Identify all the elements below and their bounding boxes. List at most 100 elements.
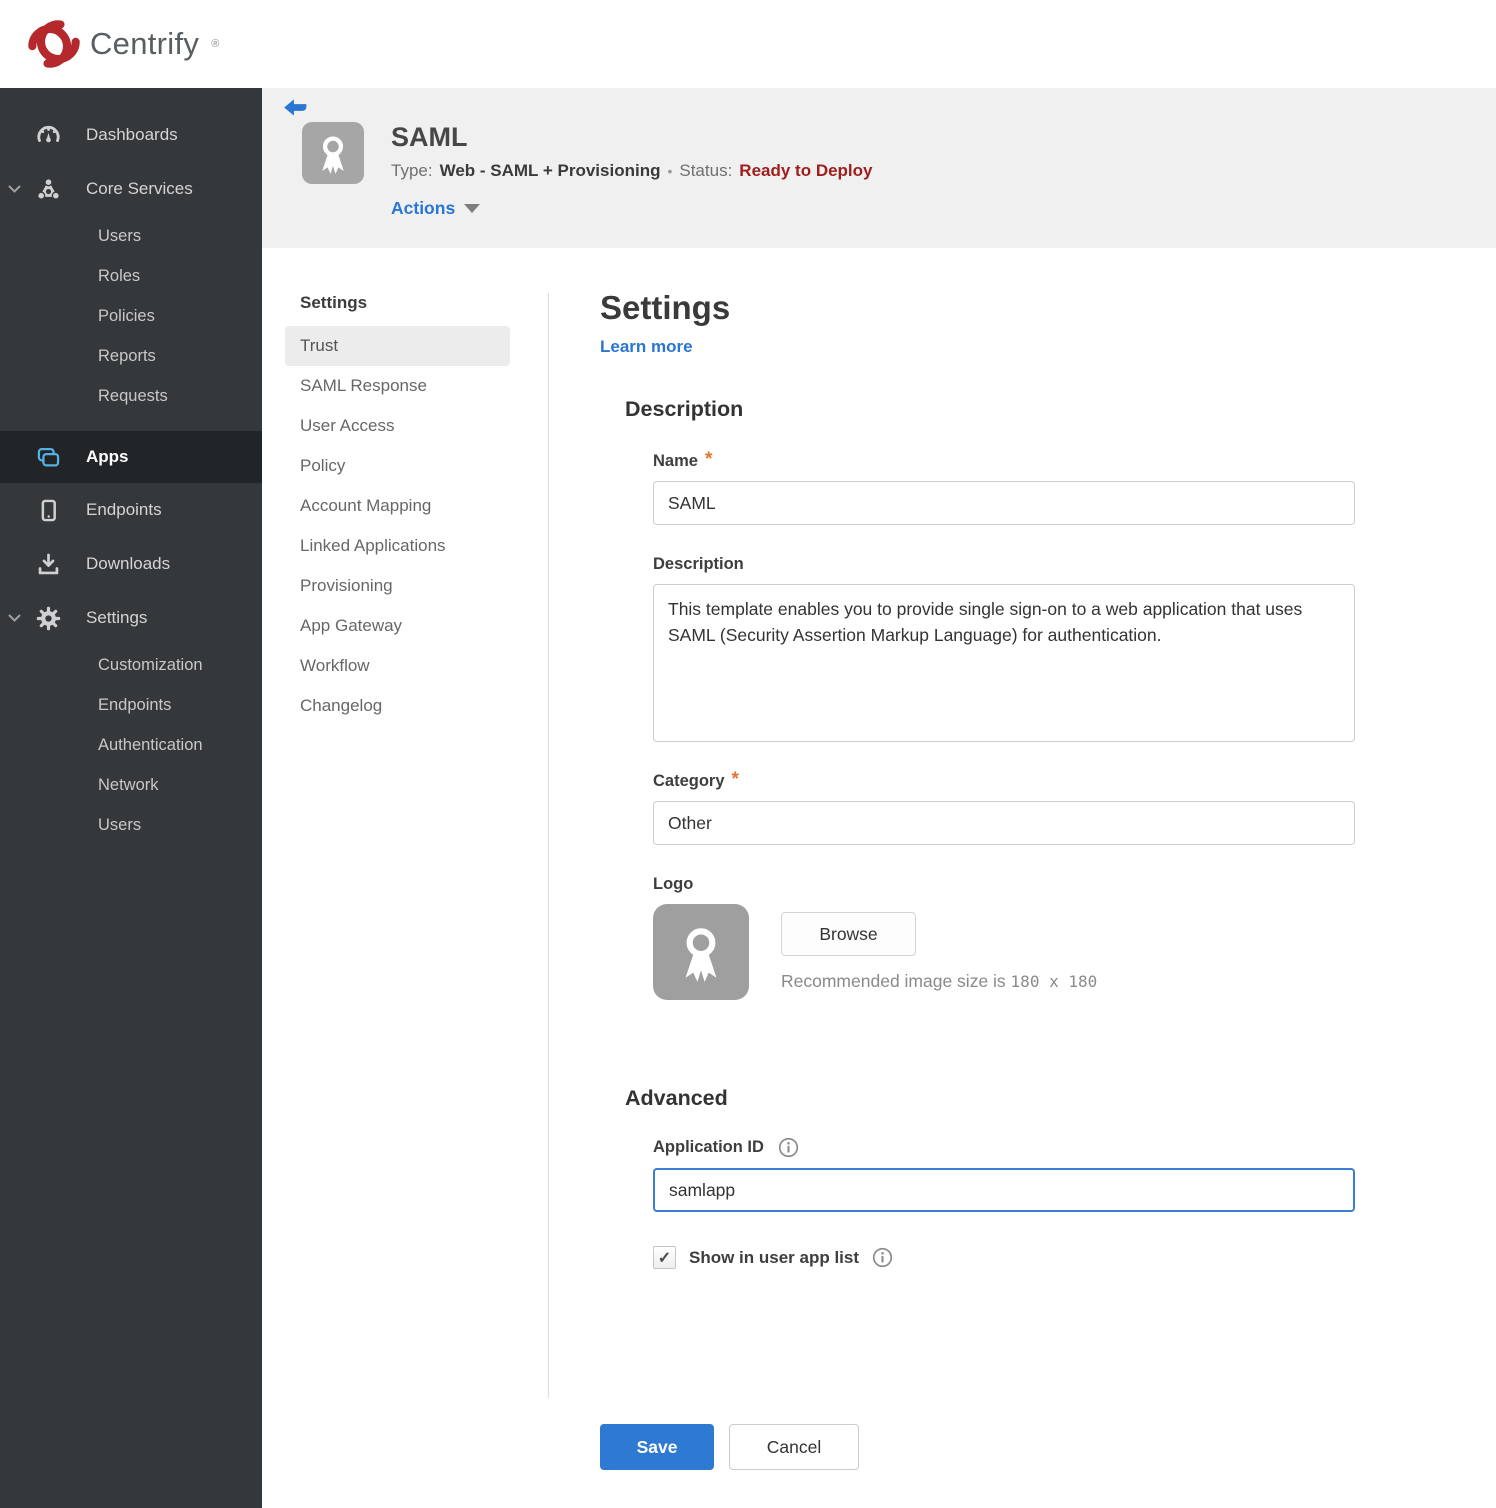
sidebar-item-settings[interactable]: Settings: [0, 591, 262, 645]
back-button[interactable]: [282, 97, 308, 119]
status-label: Status:: [679, 161, 733, 180]
sidebar: Dashboards Core Services Users Roles Pol…: [0, 88, 262, 1508]
sidebar-item-label: Core Services: [86, 179, 193, 198]
category-input[interactable]: [653, 801, 1355, 845]
logo-field-label: Logo: [653, 875, 1355, 894]
browse-button[interactable]: Browse: [781, 912, 916, 956]
learn-more-link[interactable]: Learn more: [600, 337, 693, 357]
actions-label: Actions: [391, 198, 456, 218]
check-icon: ✓: [657, 1249, 672, 1267]
subnav-item-provisioning[interactable]: Provisioning: [285, 566, 510, 606]
type-value: Web - SAML + Provisioning: [439, 161, 661, 180]
top-bar: Centrify ®: [0, 0, 1496, 88]
subnav-heading: Settings: [300, 293, 368, 312]
sidebar-item-dashboards[interactable]: Dashboards: [0, 108, 262, 162]
subnav-item-app-gateway[interactable]: App Gateway: [285, 606, 510, 646]
sidebar-item-customization[interactable]: Customization: [0, 645, 262, 685]
sidebar-item-core-services[interactable]: Core Services: [0, 162, 262, 216]
application-id-label-row: Application ID: [653, 1137, 1355, 1158]
sidebar-item-label: Endpoints: [98, 695, 172, 714]
actions-dropdown[interactable]: Actions: [391, 198, 481, 219]
award-ribbon-icon: [685, 928, 717, 982]
sidebar-item-label: Authentication: [98, 735, 203, 754]
required-marker: *: [704, 449, 713, 470]
settings-main: Settings Learn more Description Name * D…: [549, 248, 1355, 1490]
sidebar-item-label: Apps: [86, 447, 129, 466]
logo-hint-dimensions: 180 x 180: [1010, 972, 1098, 991]
centrify-swirl-icon: [28, 18, 80, 70]
subnav-item-saml-response[interactable]: SAML Response: [285, 366, 510, 406]
save-button[interactable]: Save: [600, 1424, 714, 1470]
download-icon: [35, 551, 62, 578]
brand-logo: Centrify ®: [28, 18, 219, 70]
sidebar-item-label: Endpoints: [86, 500, 162, 519]
mobile-device-icon: [35, 497, 62, 524]
meta-separator: •: [667, 163, 673, 179]
show-in-user-app-list-label: Show in user app list: [689, 1247, 860, 1267]
app-header: SAML Type: Web - SAML + Provisioning • S…: [262, 88, 1496, 248]
name-input[interactable]: [653, 481, 1355, 525]
logo-upload-block: Browse Recommended image size is 180 x 1…: [781, 904, 1097, 1000]
award-ribbon-icon: [322, 136, 344, 174]
sidebar-item-settings-endpoints[interactable]: Endpoints: [0, 685, 262, 725]
application-id-label: Application ID: [653, 1138, 764, 1156]
description-textarea[interactable]: [653, 584, 1355, 742]
show-in-user-app-list-row: ✓ Show in user app list: [653, 1246, 1355, 1269]
sidebar-item-label: Dashboards: [86, 125, 178, 144]
sidebar-item-label: Users: [98, 226, 142, 245]
sidebar-item-label: Network: [98, 775, 159, 794]
sidebar-item-network[interactable]: Network: [0, 765, 262, 805]
required-marker: *: [731, 769, 739, 790]
sidebar-item-downloads[interactable]: Downloads: [0, 537, 262, 591]
advanced-section-heading: Advanced: [625, 1086, 728, 1110]
app-title-block: SAML Type: Web - SAML + Provisioning • S…: [391, 122, 873, 219]
sidebar-item-requests[interactable]: Requests: [0, 376, 262, 416]
subnav-item-changelog[interactable]: Changelog: [285, 686, 510, 726]
apps-icon: [35, 444, 62, 471]
info-icon[interactable]: [872, 1247, 893, 1268]
description-field-label: Description: [653, 555, 1355, 574]
show-in-user-app-list-checkbox[interactable]: ✓: [653, 1246, 676, 1269]
cancel-button[interactable]: Cancel: [729, 1424, 859, 1470]
sidebar-item-label: Roles: [98, 266, 141, 285]
sidebar-item-apps[interactable]: Apps: [0, 431, 262, 483]
subnav-item-account-mapping[interactable]: Account Mapping: [285, 486, 510, 526]
category-field-label: Category *: [653, 769, 1355, 791]
sidebar-item-endpoints[interactable]: Endpoints: [0, 483, 262, 537]
app-meta-line: Type: Web - SAML + Provisioning • Status…: [391, 161, 873, 181]
application-id-input[interactable]: [653, 1168, 1355, 1212]
brand-name: Centrify: [90, 26, 200, 61]
logo-hint-text: Recommended image size is: [781, 971, 1011, 991]
sidebar-item-settings-users[interactable]: Users: [0, 805, 262, 845]
logo-preview: [653, 904, 749, 1000]
settings-subnav: Settings Trust SAML Response User Access…: [262, 293, 549, 1398]
subnav-item-linked-applications[interactable]: Linked Applications: [285, 526, 510, 566]
gauge-icon: [35, 122, 62, 149]
chevron-down-icon: [8, 179, 21, 199]
page-title: SAML: [391, 122, 468, 152]
sidebar-item-label: Users: [98, 815, 142, 834]
sidebar-item-label: Requests: [98, 386, 168, 405]
subnav-item-workflow[interactable]: Workflow: [285, 646, 510, 686]
name-field-label: Name *: [653, 449, 1355, 471]
status-badge: Ready to Deploy: [739, 161, 873, 180]
sidebar-item-authentication[interactable]: Authentication: [0, 725, 262, 765]
subnav-item-policy[interactable]: Policy: [285, 446, 510, 486]
subnav-item-user-access[interactable]: User Access: [285, 406, 510, 446]
sidebar-item-roles[interactable]: Roles: [0, 256, 262, 296]
form-actions: Save Cancel: [600, 1424, 1355, 1470]
main-heading: Settings: [600, 289, 731, 326]
logo-size-hint: Recommended image size is 180 x 180: [781, 971, 1097, 992]
gear-icon: [35, 605, 62, 632]
sidebar-item-policies[interactable]: Policies: [0, 296, 262, 336]
app-logo: [302, 122, 364, 184]
info-icon[interactable]: [778, 1137, 799, 1158]
sidebar-item-label: Policies: [98, 306, 155, 325]
category-label-text: Category: [653, 772, 725, 790]
sidebar-item-users[interactable]: Users: [0, 216, 262, 256]
subnav-item-trust[interactable]: Trust: [285, 326, 510, 366]
core-services-icon: [35, 176, 62, 203]
sidebar-item-label: Reports: [98, 346, 156, 365]
caret-down-icon: [464, 204, 481, 213]
sidebar-item-reports[interactable]: Reports: [0, 336, 262, 376]
